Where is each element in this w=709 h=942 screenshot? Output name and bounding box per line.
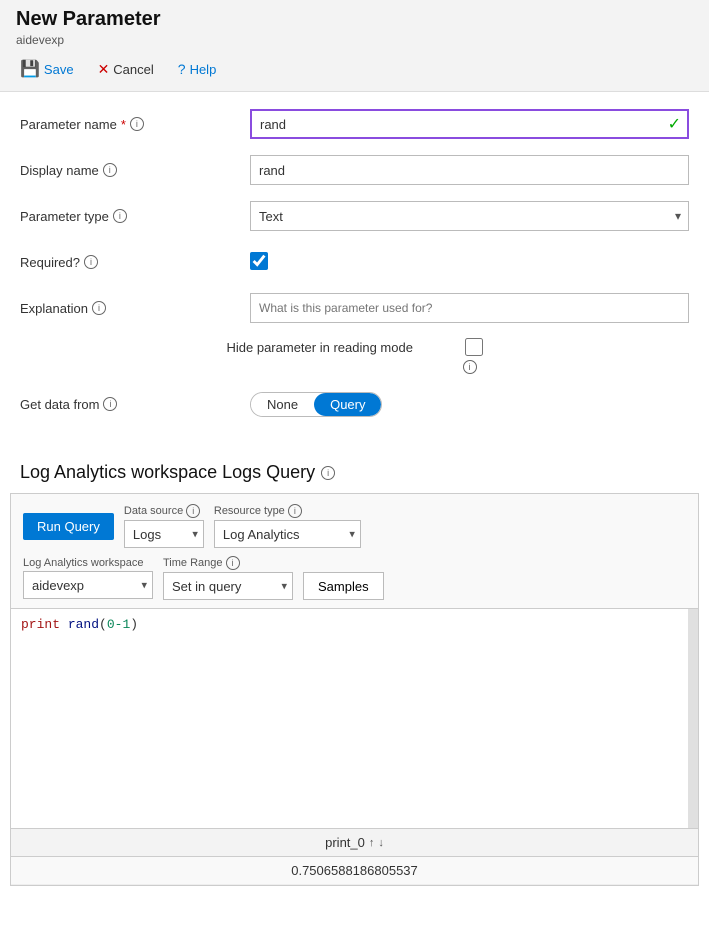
explanation-row: Explanation i [20,292,689,324]
resource-type-select-wrapper: Log Analytics Application Insights ▾ [214,520,361,548]
save-button[interactable]: 💾 Save [16,57,78,81]
resource-type-info-icon: i [288,504,302,518]
parameter-name-row: Parameter name * i ✓ [20,108,689,140]
datasource-select-wrapper: Logs Metrics ▾ [124,520,204,548]
page-title: New Parameter [16,8,693,31]
workspace-label: Log Analytics workspace [23,557,153,569]
code-keyword: print [21,617,60,632]
timerange-label: Time Range i [163,556,293,570]
query-editor[interactable]: print rand(0-1) [11,608,698,828]
required-row: Required? i [20,246,689,278]
check-mark-icon: ✓ [668,114,681,134]
timerange-info-icon: i [226,556,240,570]
display-name-info-icon: i [103,163,117,177]
query-section-info-icon: i [321,466,335,480]
resource-type-select[interactable]: Log Analytics Application Insights [214,520,361,548]
parameter-type-select[interactable]: Text Integer Float Boolean DateTime [250,201,689,231]
run-query-button[interactable]: Run Query [23,513,114,540]
form-area: Parameter name * i ✓ Display name i Para… [0,92,709,450]
toolbar: 💾 Save ✕ Cancel ? Help [16,53,693,85]
display-name-label: Display name i [20,163,250,178]
resource-type-label: Resource type i [214,504,361,518]
workspace-select[interactable]: aidevexp [23,571,153,599]
explanation-input[interactable] [250,293,689,323]
top-bar: New Parameter aidevexp 💾 Save ✕ Cancel ?… [0,0,709,92]
datasource-select[interactable]: Logs Metrics [124,520,204,548]
save-icon: 💾 [20,59,40,79]
query-section-title: Log Analytics workspace Logs Query i [20,462,689,483]
display-name-input[interactable] [250,155,689,185]
editor-scrollbar[interactable] [688,609,698,828]
explanation-label: Explanation i [20,301,250,316]
required-info-icon: i [84,255,98,269]
parameter-name-input-wrapper: ✓ [250,109,689,139]
timerange-select-wrapper: Set in query Last hour Last 24 hours ▾ [163,572,293,600]
sort-descending-icon[interactable]: ↓ [378,837,384,849]
help-icon: ? [178,61,186,77]
parameter-type-row: Parameter type i Text Integer Float Bool… [20,200,689,232]
hide-parameter-checkbox[interactable] [465,338,483,356]
datasource-group: Data source i Logs Metrics ▾ [124,504,204,548]
datasource-label: Data source i [124,504,204,518]
parameter-name-input[interactable] [250,109,689,139]
hide-parameter-label-row: Hide parameter in reading mode [227,338,483,356]
samples-button[interactable]: Samples [303,572,384,600]
code-paren-close: ) [130,617,138,632]
parameter-name-control: ✓ [250,109,689,139]
results-header: print_0 ↑ ↓ [11,829,698,857]
query-controls: Run Query Data source i Logs Metrics ▾ R… [11,494,698,608]
query-row1: Run Query Data source i Logs Metrics ▾ R… [23,504,686,548]
get-data-control: None Query [250,392,689,417]
parameter-type-select-wrapper: Text Integer Float Boolean DateTime ▾ [250,201,689,231]
timerange-select[interactable]: Set in query Last hour Last 24 hours [163,572,293,600]
results-row: 0.7506588186805537 [11,857,698,885]
workspace-group: Log Analytics workspace aidevexp ▾ [23,557,153,599]
workspace-select-wrapper: aidevexp ▾ [23,571,153,599]
get-data-row: Get data from i None Query [20,388,689,420]
parameter-name-label: Parameter name * i [20,117,250,132]
sort-ascending-icon[interactable]: ↑ [369,837,375,849]
parameter-type-info-icon: i [113,209,127,223]
code-function: rand [68,617,99,632]
help-button[interactable]: ? Help [174,59,221,79]
required-label: Required? i [20,255,250,270]
display-name-row: Display name i [20,154,689,186]
datasource-info-icon: i [186,504,200,518]
hide-parameter-row: Hide parameter in reading mode i [20,338,689,374]
results-table-area: print_0 ↑ ↓ 0.7506588186805537 [11,828,698,885]
get-data-info-icon: i [103,397,117,411]
code-paren-open: ( [99,617,107,632]
required-checkbox[interactable] [250,252,268,270]
code-line: print rand(0-1) [21,617,688,632]
required-control [250,252,689,273]
cancel-icon: ✕ [98,61,110,78]
timerange-group: Time Range i Set in query Last hour Last… [163,556,293,600]
explanation-info-icon: i [92,301,106,315]
parameter-type-control: Text Integer Float Boolean DateTime ▾ [250,201,689,231]
code-number: 0-1 [107,617,130,632]
display-name-control [250,155,689,185]
hide-parameter-info-icon: i [463,358,477,374]
explanation-control [250,293,689,323]
query-panel: Run Query Data source i Logs Metrics ▾ R… [10,493,699,886]
get-data-query-option[interactable]: Query [314,393,381,416]
get-data-none-option[interactable]: None [251,393,314,416]
query-row2: Log Analytics workspace aidevexp ▾ Time … [23,556,686,600]
get-data-label: Get data from i [20,397,250,412]
subtitle: aidevexp [16,33,693,47]
cancel-button[interactable]: ✕ Cancel [94,59,158,80]
get-data-toggle: None Query [250,392,382,417]
resource-type-group: Resource type i Log Analytics Applicatio… [214,504,361,548]
parameter-type-label: Parameter type i [20,209,250,224]
parameter-name-info-icon: i [130,117,144,131]
